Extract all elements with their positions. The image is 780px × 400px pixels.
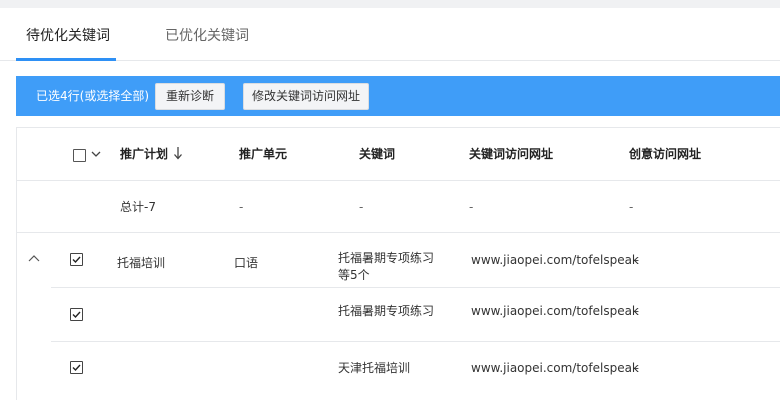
keyword-table: 推广计划 推广单元 关键词 关键词访问网址 创意访问网址 总计-7 - - - …: [16, 127, 780, 400]
idea-url-cell: –: [633, 361, 639, 375]
tab-pending-keywords[interactable]: 待优化关键词: [26, 26, 110, 46]
select-all-checkbox[interactable]: [73, 149, 86, 162]
unit-cell: 口语: [234, 256, 259, 270]
rediagnose-button[interactable]: 重新诊断: [155, 83, 225, 110]
keyword-url-cell: www.jiaopei.com/tofelspeak: [471, 361, 639, 375]
modify-keyword-url-button[interactable]: 修改关键词访问网址: [243, 83, 369, 110]
table-header: 推广计划 推广单元 关键词 关键词访问网址 创意访问网址: [17, 128, 780, 181]
tab-bar: 待优化关键词 已优化关键词: [0, 8, 780, 61]
arrow-down-icon[interactable]: [172, 145, 184, 163]
total-unit-cell: -: [239, 200, 244, 214]
idea-url-cell: –: [633, 253, 639, 267]
total-row: 总计-7 - - - -: [17, 181, 780, 233]
row-checkbox[interactable]: [70, 253, 83, 266]
idea-url-cell: –: [633, 304, 639, 318]
keyword-url-cell: www.jiaopei.com/tofelspeak: [471, 304, 639, 318]
total-idea-url-cell: -: [629, 200, 634, 214]
check-icon: [72, 364, 81, 372]
column-header-idea-url: 创意访问网址: [629, 147, 702, 161]
bulk-action-bar: 已选4行(或选择全部) 重新诊断 修改关键词访问网址: [16, 76, 780, 116]
chevron-up-icon[interactable]: [27, 253, 41, 263]
table-row: 托福培训 口语 托福暑期专项练习 等5个 www.jiaopei.com/tof…: [17, 234, 780, 291]
tab-optimized-keywords[interactable]: 已优化关键词: [165, 26, 249, 46]
keyword-cell-line1: 托福暑期专项练习: [338, 251, 435, 265]
check-icon: [72, 256, 81, 264]
keyword-url-cell: www.jiaopei.com/tofelspeak: [471, 253, 639, 267]
keyword-cell: 托福暑期专项练习: [338, 304, 435, 318]
column-header-keyword-url: 关键词访问网址: [469, 147, 554, 161]
row-checkbox[interactable]: [70, 361, 83, 374]
total-keyword-cell: -: [359, 200, 364, 214]
top-strip: [0, 0, 780, 8]
keyword-cell: 天津托福培训: [338, 361, 411, 375]
column-header-unit: 推广单元: [239, 147, 288, 161]
total-keyword-url-cell: -: [469, 200, 474, 214]
selection-count-text[interactable]: 已选4行(或选择全部): [36, 88, 149, 104]
column-header-keyword: 关键词: [359, 147, 396, 161]
table-row: 天津托福培训 www.jiaopei.com/tofelspeak –: [17, 342, 780, 400]
keyword-cell-line2[interactable]: 等5个: [338, 267, 370, 283]
plan-cell: 托福培训: [117, 256, 166, 270]
column-header-plan[interactable]: 推广计划: [120, 146, 168, 162]
table-row: 托福暑期专项练习 www.jiaopei.com/tofelspeak –: [17, 288, 780, 341]
check-icon: [72, 311, 81, 319]
active-tab-underline: [16, 58, 116, 61]
total-plan-cell: 总计-7: [120, 200, 156, 214]
chevron-down-icon[interactable]: [90, 148, 102, 160]
row-checkbox[interactable]: [70, 308, 83, 321]
